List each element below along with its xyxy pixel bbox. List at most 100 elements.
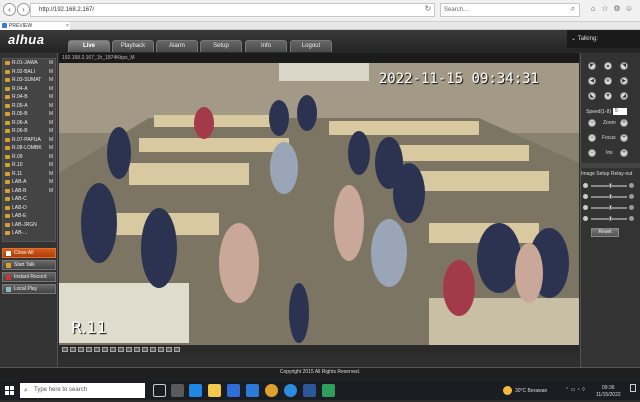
zoom-out-button[interactable]: − [588,119,596,127]
layout-4-icon[interactable] [70,346,76,352]
layout-16-icon[interactable] [86,346,92,352]
tab-playback[interactable]: Playback [112,40,154,52]
ie-icon[interactable] [284,384,297,397]
iris-in-button[interactable]: + [620,149,628,157]
clock-date[interactable]: 11/15/2022 [596,391,621,399]
camera-list-item[interactable]: R.06-A M [3,119,55,128]
brightness-slider[interactable] [591,183,627,188]
camera-stream-flag[interactable]: M [49,137,55,143]
tray-icons[interactable]: ⌃ ▭ ◔ ⌔ [565,386,586,394]
contrast-slider[interactable] [591,194,627,199]
camera-list-item[interactable]: R.03-SUMAT M [3,76,55,85]
saturation-reset-icon[interactable] [629,205,634,210]
video-feed[interactable]: 2022-11-15 09:34:31 R.11 [59,63,579,345]
camera-list-item[interactable]: R.05-B M [3,110,55,119]
ptz-left-icon[interactable]: ◀ [588,77,596,85]
ptz-center-icon[interactable]: ⊕ [604,77,612,85]
focus-in-button[interactable]: + [620,134,628,142]
edge-icon[interactable] [189,384,202,397]
camera-list-item[interactable]: LAB-D [3,204,55,213]
stream-icon[interactable] [166,346,172,352]
fullscreen-icon[interactable] [118,346,124,352]
snapshot-icon[interactable] [126,346,132,352]
tab-close-icon[interactable]: × [66,22,69,30]
brightness-knob[interactable] [609,183,612,188]
camera-list-item[interactable]: R.08-LOMBK M [3,144,55,153]
camera-stream-flag[interactable]: M [49,154,55,160]
cortana-icon[interactable] [153,384,166,397]
record-toggle-icon[interactable] [134,346,140,352]
camera-stream-flag[interactable]: M [49,60,55,66]
camera-stream-flag[interactable]: M [49,111,55,117]
layout-9-icon[interactable] [78,346,84,352]
taskbar-search-input[interactable]: Type here to search [20,383,145,398]
saturation-knob[interactable] [609,205,612,210]
url-field[interactable]: http://192.168.2.167/ [30,3,435,17]
iris-out-button[interactable]: − [588,149,596,157]
speed-select[interactable]: 5 [613,108,627,115]
zoom-icon[interactable] [150,346,156,352]
camera-list-item[interactable]: LAB-B M [3,187,55,196]
hue-reset-icon[interactable] [629,216,634,221]
camera-stream-flag[interactable]: M [49,128,55,134]
ptz-down-left-icon[interactable]: ◣ [588,92,596,100]
browser-search-input[interactable]: Search... [440,3,580,17]
mail-icon[interactable] [246,384,259,397]
camera-stream-flag[interactable]: M [49,162,55,168]
tab-alarm[interactable]: Alarm [156,40,198,52]
home-icon[interactable]: ⌂ [588,4,598,14]
local-play-button[interactable]: Local Play [2,284,56,294]
back-icon[interactable]: ‹ [3,3,16,16]
brightness-reset-icon[interactable] [629,183,634,188]
start-talk-button[interactable]: Start Talk [2,260,56,270]
browser-tab[interactable]: PREVIEW [0,22,70,30]
layout-custom-icon[interactable] [110,346,116,352]
camera-list-item[interactable]: LAB-A M [3,178,55,187]
search-icon[interactable]: ⌕ [568,4,578,14]
contrast-reset-icon[interactable] [629,194,634,199]
tab-live[interactable]: Live [68,40,110,52]
camera-stream-flag[interactable]: M [49,69,55,75]
tab-logout[interactable]: Logout [290,40,332,52]
ptz-up-icon[interactable]: ▲ [604,62,612,70]
zoom-in-button[interactable]: + [620,119,628,127]
instant-record-button[interactable]: Instant Record [2,272,56,282]
camera-list-item[interactable]: R.05-A M [3,102,55,111]
camera-list-item[interactable]: LAB-... [3,229,55,238]
audio-icon[interactable] [142,346,148,352]
settings-icon[interactable] [174,346,180,352]
camera-list-item[interactable]: R.10 M [3,161,55,170]
hue-slider[interactable] [591,216,627,221]
store-icon[interactable] [227,384,240,397]
camera-stream-flag[interactable]: M [49,120,55,126]
task-view-icon[interactable] [171,384,184,397]
hue-knob[interactable] [609,216,612,221]
camera-list-item[interactable]: R.04-B M [3,93,55,102]
ratio-icon[interactable] [158,346,164,352]
camera-list[interactable]: R.01-JAWA M R.02-BALI M R.03-SUMAT M R.04-A M R.… [2,58,56,242]
star-icon[interactable]: ☆ [600,4,610,14]
close-all-button[interactable]: Close All [2,248,56,258]
camera-list-item[interactable]: R.06-B M [3,127,55,136]
settings-icon[interactable]: ⚙ [612,4,622,14]
camera-list-item[interactable]: LAB-E [3,212,55,221]
ptz-down-icon[interactable]: ▼ [604,92,612,100]
camera-list-item[interactable]: LAB-JRGN [3,221,55,230]
camera-stream-flag[interactable]: M [49,179,55,185]
chevron-down-icon[interactable]: ⌄ [571,36,578,42]
windows-start-icon[interactable] [0,381,20,400]
camera-stream-flag[interactable]: M [49,188,55,194]
camera-list-item[interactable]: R.01-JAWA M [3,59,55,68]
relay-out-label[interactable]: Relay-out [611,171,632,177]
forward-icon[interactable]: › [17,3,30,16]
camera-stream-flag[interactable]: M [49,86,55,92]
camera-list-item[interactable]: R.02-BALI M [3,68,55,77]
chrome-icon[interactable] [265,384,278,397]
layout-36-icon[interactable] [102,346,108,352]
tab-info[interactable]: Info [245,40,287,52]
explorer-icon[interactable] [208,384,221,397]
ptz-down-right-icon[interactable]: ◢ [620,92,628,100]
camera-list-item[interactable]: R.04-A M [3,85,55,94]
app-icon[interactable] [322,384,335,397]
word-icon[interactable] [303,384,316,397]
